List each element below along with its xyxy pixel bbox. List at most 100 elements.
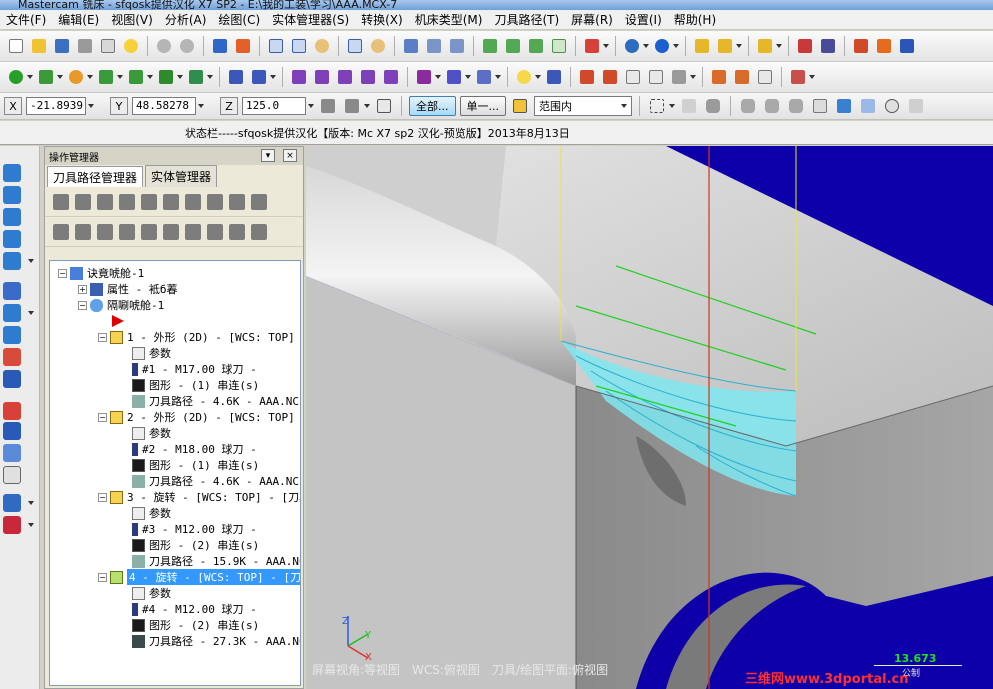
verify-ops-icon[interactable] — [163, 193, 179, 210]
tree-operation-2[interactable]: − 2 - 外形 (2D) - [WCS: TOP] - [刀 — [98, 409, 300, 425]
tree-op2-toolpath[interactable]: 刀具路径 - 4.6K - AAA.NC — [132, 473, 299, 489]
up-arrow-icon[interactable] — [3, 164, 21, 182]
tree-op2-geometry[interactable]: 图形 - (1) 串连(s) — [132, 457, 259, 473]
chevron-down-icon[interactable] — [87, 75, 93, 79]
chevron-down-icon[interactable] — [736, 44, 742, 48]
z-coord-input[interactable]: 125.0 — [242, 97, 306, 115]
tree-op1-toolpath[interactable]: 刀具路径 - 4.6K - AAA.NC — [132, 393, 299, 409]
chevron-down-icon[interactable] — [465, 75, 471, 79]
scroll-icon[interactable] — [185, 223, 201, 240]
arc-icon[interactable] — [3, 208, 21, 226]
save-icon[interactable] — [52, 36, 72, 56]
chamfer-icon[interactable] — [126, 67, 146, 87]
new-file-icon[interactable] — [6, 36, 26, 56]
collapse-icon[interactable]: − — [98, 412, 107, 422]
view-front-icon[interactable] — [503, 36, 523, 56]
panel-icon[interactable] — [3, 466, 21, 484]
menu-edit[interactable]: 编辑(E) — [52, 11, 105, 28]
mesh-icon[interactable] — [755, 67, 775, 87]
hint-icon[interactable] — [121, 36, 141, 56]
tree-op2-tool[interactable]: #2 - M18.00 球刀 - — [132, 441, 257, 457]
menu-toolpaths[interactable]: 刀具路径(T) — [488, 11, 565, 28]
help-small-icon[interactable] — [251, 223, 267, 240]
collapse-icon[interactable]: − — [98, 332, 107, 342]
tree-op2-params[interactable]: 参数 — [132, 425, 171, 441]
cube-view-icon[interactable] — [582, 36, 602, 56]
tree-properties[interactable]: + 属性 - 袛б萶 — [78, 281, 178, 297]
menu-xform[interactable]: 转换(X) — [355, 11, 409, 28]
dimension-icon[interactable] — [544, 67, 564, 87]
chevron-down-icon[interactable] — [776, 44, 782, 48]
tree-operation-3[interactable]: − 3 - 旋转 - [WCS: TOP] - [刀具 — [98, 489, 300, 505]
tree-op1-tool[interactable]: #1 - M17.00 球刀 - — [132, 361, 257, 377]
rotate-icon[interactable] — [358, 67, 378, 87]
spline-icon[interactable] — [156, 67, 176, 87]
select-all-ops-icon[interactable] — [53, 193, 69, 210]
move-up-icon[interactable] — [141, 223, 157, 240]
chevron-down-icon[interactable] — [435, 75, 441, 79]
page-icon[interactable] — [623, 67, 643, 87]
fillet-icon[interactable] — [96, 67, 116, 87]
menu-screen[interactable]: 屏幕(R) — [565, 11, 619, 28]
xform-icon[interactable] — [249, 67, 269, 87]
chain-icon[interactable] — [312, 67, 332, 87]
y-coord-input[interactable]: 48.58278 — [132, 97, 196, 115]
list-icon[interactable] — [600, 67, 620, 87]
tree-op3-geometry[interactable]: 图形 - (2) 串连(s) — [132, 537, 259, 553]
zoom-target-icon[interactable] — [289, 36, 309, 56]
solid-select-icon[interactable] — [810, 96, 830, 116]
move-down-icon[interactable] — [119, 223, 135, 240]
tree-op4-toolpath[interactable]: 刀具路径 - 27.3K - AAA.NC — [132, 633, 300, 649]
layers-icon[interactable] — [3, 444, 21, 462]
gear-icon[interactable] — [906, 96, 926, 116]
tree-op3-tool[interactable]: #3 - M12.00 球刀 - — [132, 521, 257, 537]
chevron-down-icon[interactable] — [207, 75, 213, 79]
post-icon[interactable] — [229, 193, 245, 210]
chevron-down-icon[interactable] — [669, 104, 675, 108]
circle-icon[interactable] — [66, 67, 86, 87]
window-grid-icon[interactable] — [3, 494, 21, 512]
sigma-icon[interactable] — [897, 36, 917, 56]
menu-help[interactable]: 帮助(H) — [668, 11, 722, 28]
menu-create[interactable]: 绘图(C) — [212, 11, 266, 28]
pencil-multi-icon[interactable] — [715, 36, 735, 56]
shade-icon[interactable] — [401, 36, 421, 56]
wrench-icon[interactable] — [251, 193, 267, 210]
toggle-display-icon[interactable] — [75, 223, 91, 240]
table-icon[interactable] — [577, 67, 597, 87]
analyze-icon[interactable] — [289, 67, 309, 87]
unzoom-icon[interactable] — [345, 36, 365, 56]
box-icon[interactable] — [3, 370, 21, 388]
hex-gray-icon[interactable] — [738, 96, 758, 116]
x-coord-input[interactable]: -21.8939 — [26, 97, 86, 115]
line-icon[interactable] — [36, 67, 56, 87]
chevron-down-icon[interactable] — [809, 75, 815, 79]
tab-solids-manager[interactable]: 实体管理器 — [145, 165, 218, 187]
collapse-icon[interactable]: − — [98, 492, 107, 502]
point-icon[interactable] — [6, 67, 26, 87]
lock-icon[interactable] — [53, 223, 69, 240]
cube-blue-icon[interactable] — [3, 252, 21, 270]
pencil-icon[interactable] — [692, 36, 712, 56]
graphics-viewport[interactable]: Z Y X 屏幕视角:等视图 WCS:俯视图 刀具/绘图平面:俯视图 — [306, 146, 993, 689]
fast-point-icon[interactable] — [318, 96, 338, 116]
pen-icon[interactable] — [755, 36, 775, 56]
tree-operation-1[interactable]: − 1 - 外形 (2D) - [WCS: TOP] - [刀具 — [98, 329, 300, 345]
solid-icon[interactable] — [874, 36, 894, 56]
redo-icon[interactable] — [177, 36, 197, 56]
chevron-down-icon[interactable] — [673, 44, 679, 48]
view-side-icon[interactable] — [526, 36, 546, 56]
hex-icon[interactable] — [703, 96, 723, 116]
sphere-icon[interactable] — [652, 36, 672, 56]
verify-icon[interactable] — [834, 96, 854, 116]
lightbulb-icon[interactable] — [514, 67, 534, 87]
trim-icon[interactable] — [226, 67, 246, 87]
question-icon[interactable] — [374, 96, 394, 116]
view-top-icon[interactable] — [480, 36, 500, 56]
wire-icon[interactable] — [424, 36, 444, 56]
insert-arrow-marker[interactable] — [112, 313, 128, 329]
mirror-icon[interactable] — [335, 67, 355, 87]
tab-toolpath-manager[interactable]: 刀具路径管理器 — [47, 166, 144, 187]
chevron-down-icon[interactable] — [88, 104, 94, 108]
eraser-icon[interactable] — [646, 67, 666, 87]
